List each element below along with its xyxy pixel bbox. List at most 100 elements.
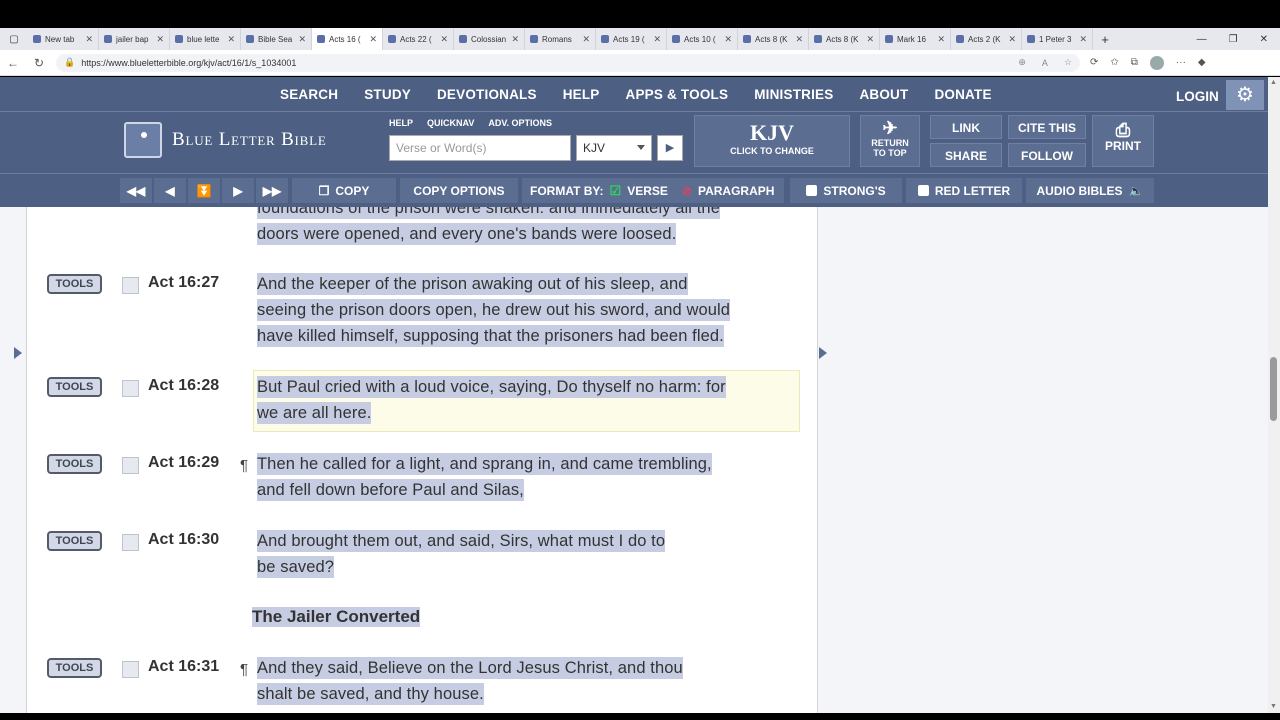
close-tab-icon[interactable]: ✕ [1008,34,1016,45]
check-icon[interactable]: ☑ [610,183,622,199]
gear-icon[interactable]: ⚙ [1226,80,1264,110]
verse-reference[interactable]: Act 16:31 [148,658,219,676]
strongs-toggle[interactable]: STRONG'S [790,178,902,203]
tools-button[interactable]: TOOLS [47,658,102,678]
collections-icon[interactable]: ⧉ [1131,57,1138,68]
return-to-top-button[interactable]: ✈ RETURN TO TOP [860,115,920,167]
version-change-button[interactable]: KJV CLICK TO CHANGE [694,115,850,167]
browser-tab[interactable]: Acts 19 (✕ [596,28,667,50]
follow-button[interactable]: FOLLOW [1008,143,1086,167]
first-chapter-icon[interactable]: ◀◀ [120,178,152,203]
reload-icon[interactable]: ↻ [26,56,52,70]
verse-text[interactable]: And the keeper of the prison awaking out… [257,271,797,349]
browser-tab[interactable]: Acts 22 (✕ [383,28,454,50]
scroll-up-icon[interactable]: ▲ [1270,79,1277,86]
browser-tab[interactable]: Colossian ✕ [454,28,525,50]
expand-right-arrow-icon[interactable] [819,347,827,359]
favorite-star-icon[interactable]: ☆ [1064,57,1072,68]
read-aloud-icon[interactable]: A [1042,58,1048,68]
tools-button[interactable]: TOOLS [47,274,102,294]
login-link[interactable]: LOGIN [1176,89,1219,104]
close-tab-icon[interactable]: ✕ [582,34,590,45]
verse-reference[interactable]: Act 16:28 [148,377,219,395]
scrollbar-thumb[interactable] [1270,357,1277,421]
close-tab-icon[interactable]: ✕ [795,34,803,45]
browser-tab[interactable]: Acts 2 (K ✕ [951,28,1022,50]
quicknav-link[interactable]: QUICKNAV [427,118,474,128]
expand-left-arrow-icon[interactable] [14,347,22,359]
browser-tab[interactable]: Mark 16 ✕ [880,28,951,50]
browser-tab-active[interactable]: Acts 16 (✕ [312,28,383,50]
restore-icon[interactable]: ❐ [1229,34,1238,45]
tools-button[interactable]: TOOLS [47,377,102,397]
tools-button[interactable]: TOOLS [47,454,102,474]
page-scrollbar[interactable]: ▲ ▼ [1268,77,1280,713]
print-button[interactable]: ⎙ PRINT [1092,115,1154,167]
copy-verse-icon[interactable] [122,661,139,678]
verse-text[interactable]: And they said, Believe on the Lord Jesus… [257,655,797,707]
close-window-icon[interactable]: ✕ [1260,34,1268,45]
verse-text-partial[interactable]: foundations of the prison were shaken: a… [257,207,797,247]
more-menu-icon[interactable]: ··· [1176,57,1186,68]
search-input[interactable]: Verse or Word(s) [389,135,571,161]
version-select[interactable]: KJV [576,135,652,161]
refresh-extension-icon[interactable]: ⟳ [1090,57,1098,68]
format-verse-option[interactable]: VERSE [627,184,668,198]
strongs-checkbox[interactable] [806,185,818,196]
browser-tab[interactable]: 1 Peter 3 ✕ [1022,28,1093,50]
red-letter-checkbox[interactable] [917,185,929,196]
link-button[interactable]: LINK [930,115,1002,139]
copy-options-button[interactable]: COPY OPTIONS [400,178,518,203]
back-arrow-icon[interactable]: ← [0,56,26,70]
window-menu-icon[interactable]: ▢ [0,34,28,45]
copy-verse-icon[interactable] [122,534,139,551]
no-paragraph-icon[interactable]: ⊘ [682,184,692,198]
verse-reference[interactable]: Act 16:29 [148,454,219,472]
adv-options-link[interactable]: ADV. OPTIONS [488,118,552,128]
browser-tab[interactable]: Acts 10 (✕ [667,28,738,50]
close-tab-icon[interactable]: ✕ [440,34,448,45]
search-go-button[interactable]: ▶ [657,135,683,161]
browser-tab[interactable]: Acts 8 (K ✕ [809,28,880,50]
cite-this-button[interactable]: CITE THIS [1008,115,1086,139]
close-tab-icon[interactable]: ✕ [156,34,164,45]
site-logo[interactable]: Blue Letter Bible [124,122,327,158]
close-tab-icon[interactable]: ✕ [85,34,93,45]
close-tab-icon[interactable]: ✕ [227,34,235,45]
copy-verse-icon[interactable] [122,457,139,474]
last-chapter-icon[interactable]: ▶▶ [256,178,288,203]
tools-button[interactable]: TOOLS [47,531,102,551]
nav-about[interactable]: ABOUT [859,87,908,102]
nav-search[interactable]: SEARCH [280,87,338,102]
scroll-down-icon[interactable]: ▼ [1270,703,1277,710]
close-tab-icon[interactable]: ✕ [1079,34,1087,45]
nav-help[interactable]: HELP [563,87,600,102]
profile-avatar[interactable] [1149,55,1164,70]
close-tab-icon[interactable]: ✕ [298,34,306,45]
copy-verse-icon[interactable] [122,277,139,294]
verse-text-highlighted[interactable]: But Paul cried with a loud voice, saying… [257,374,797,426]
browser-tab[interactable]: Acts 8 (K ✕ [738,28,809,50]
url-text[interactable]: https://www.blueletterbible.org/kjv/act/… [81,58,1002,68]
favorites-icon[interactable]: ✩ [1110,57,1118,68]
close-tab-icon[interactable]: ✕ [724,34,732,45]
copy-button[interactable]: ❐ COPY [292,178,396,203]
nav-devotionals[interactable]: DEVOTIONALS [437,87,537,102]
next-icon[interactable]: ▶ [222,178,254,203]
close-tab-icon[interactable]: ✕ [653,34,661,45]
nav-apps-tools[interactable]: APPS & TOOLS [626,87,729,102]
browser-tab[interactable]: New tab ✕ [28,28,99,50]
previous-icon[interactable]: ◀ [154,178,186,203]
share-button[interactable]: SHARE [930,143,1002,167]
audio-bibles-button[interactable]: AUDIO BIBLES 🔈 [1026,178,1154,203]
browser-tab[interactable]: blue lette ✕ [170,28,241,50]
red-letter-toggle[interactable]: RED LETTER [906,178,1022,203]
format-paragraph-option[interactable]: PARAGRAPH [698,184,774,198]
browser-tab[interactable]: jailer bap ✕ [99,28,170,50]
help-link[interactable]: HELP [389,118,413,128]
nav-ministries[interactable]: MINISTRIES [754,87,833,102]
close-tab-icon[interactable]: ✕ [511,34,519,45]
zoom-icon[interactable]: ⊕ [1018,57,1026,68]
nav-donate[interactable]: DONATE [934,87,991,102]
verse-text[interactable]: And brought them out, and said, Sirs, wh… [257,528,797,580]
